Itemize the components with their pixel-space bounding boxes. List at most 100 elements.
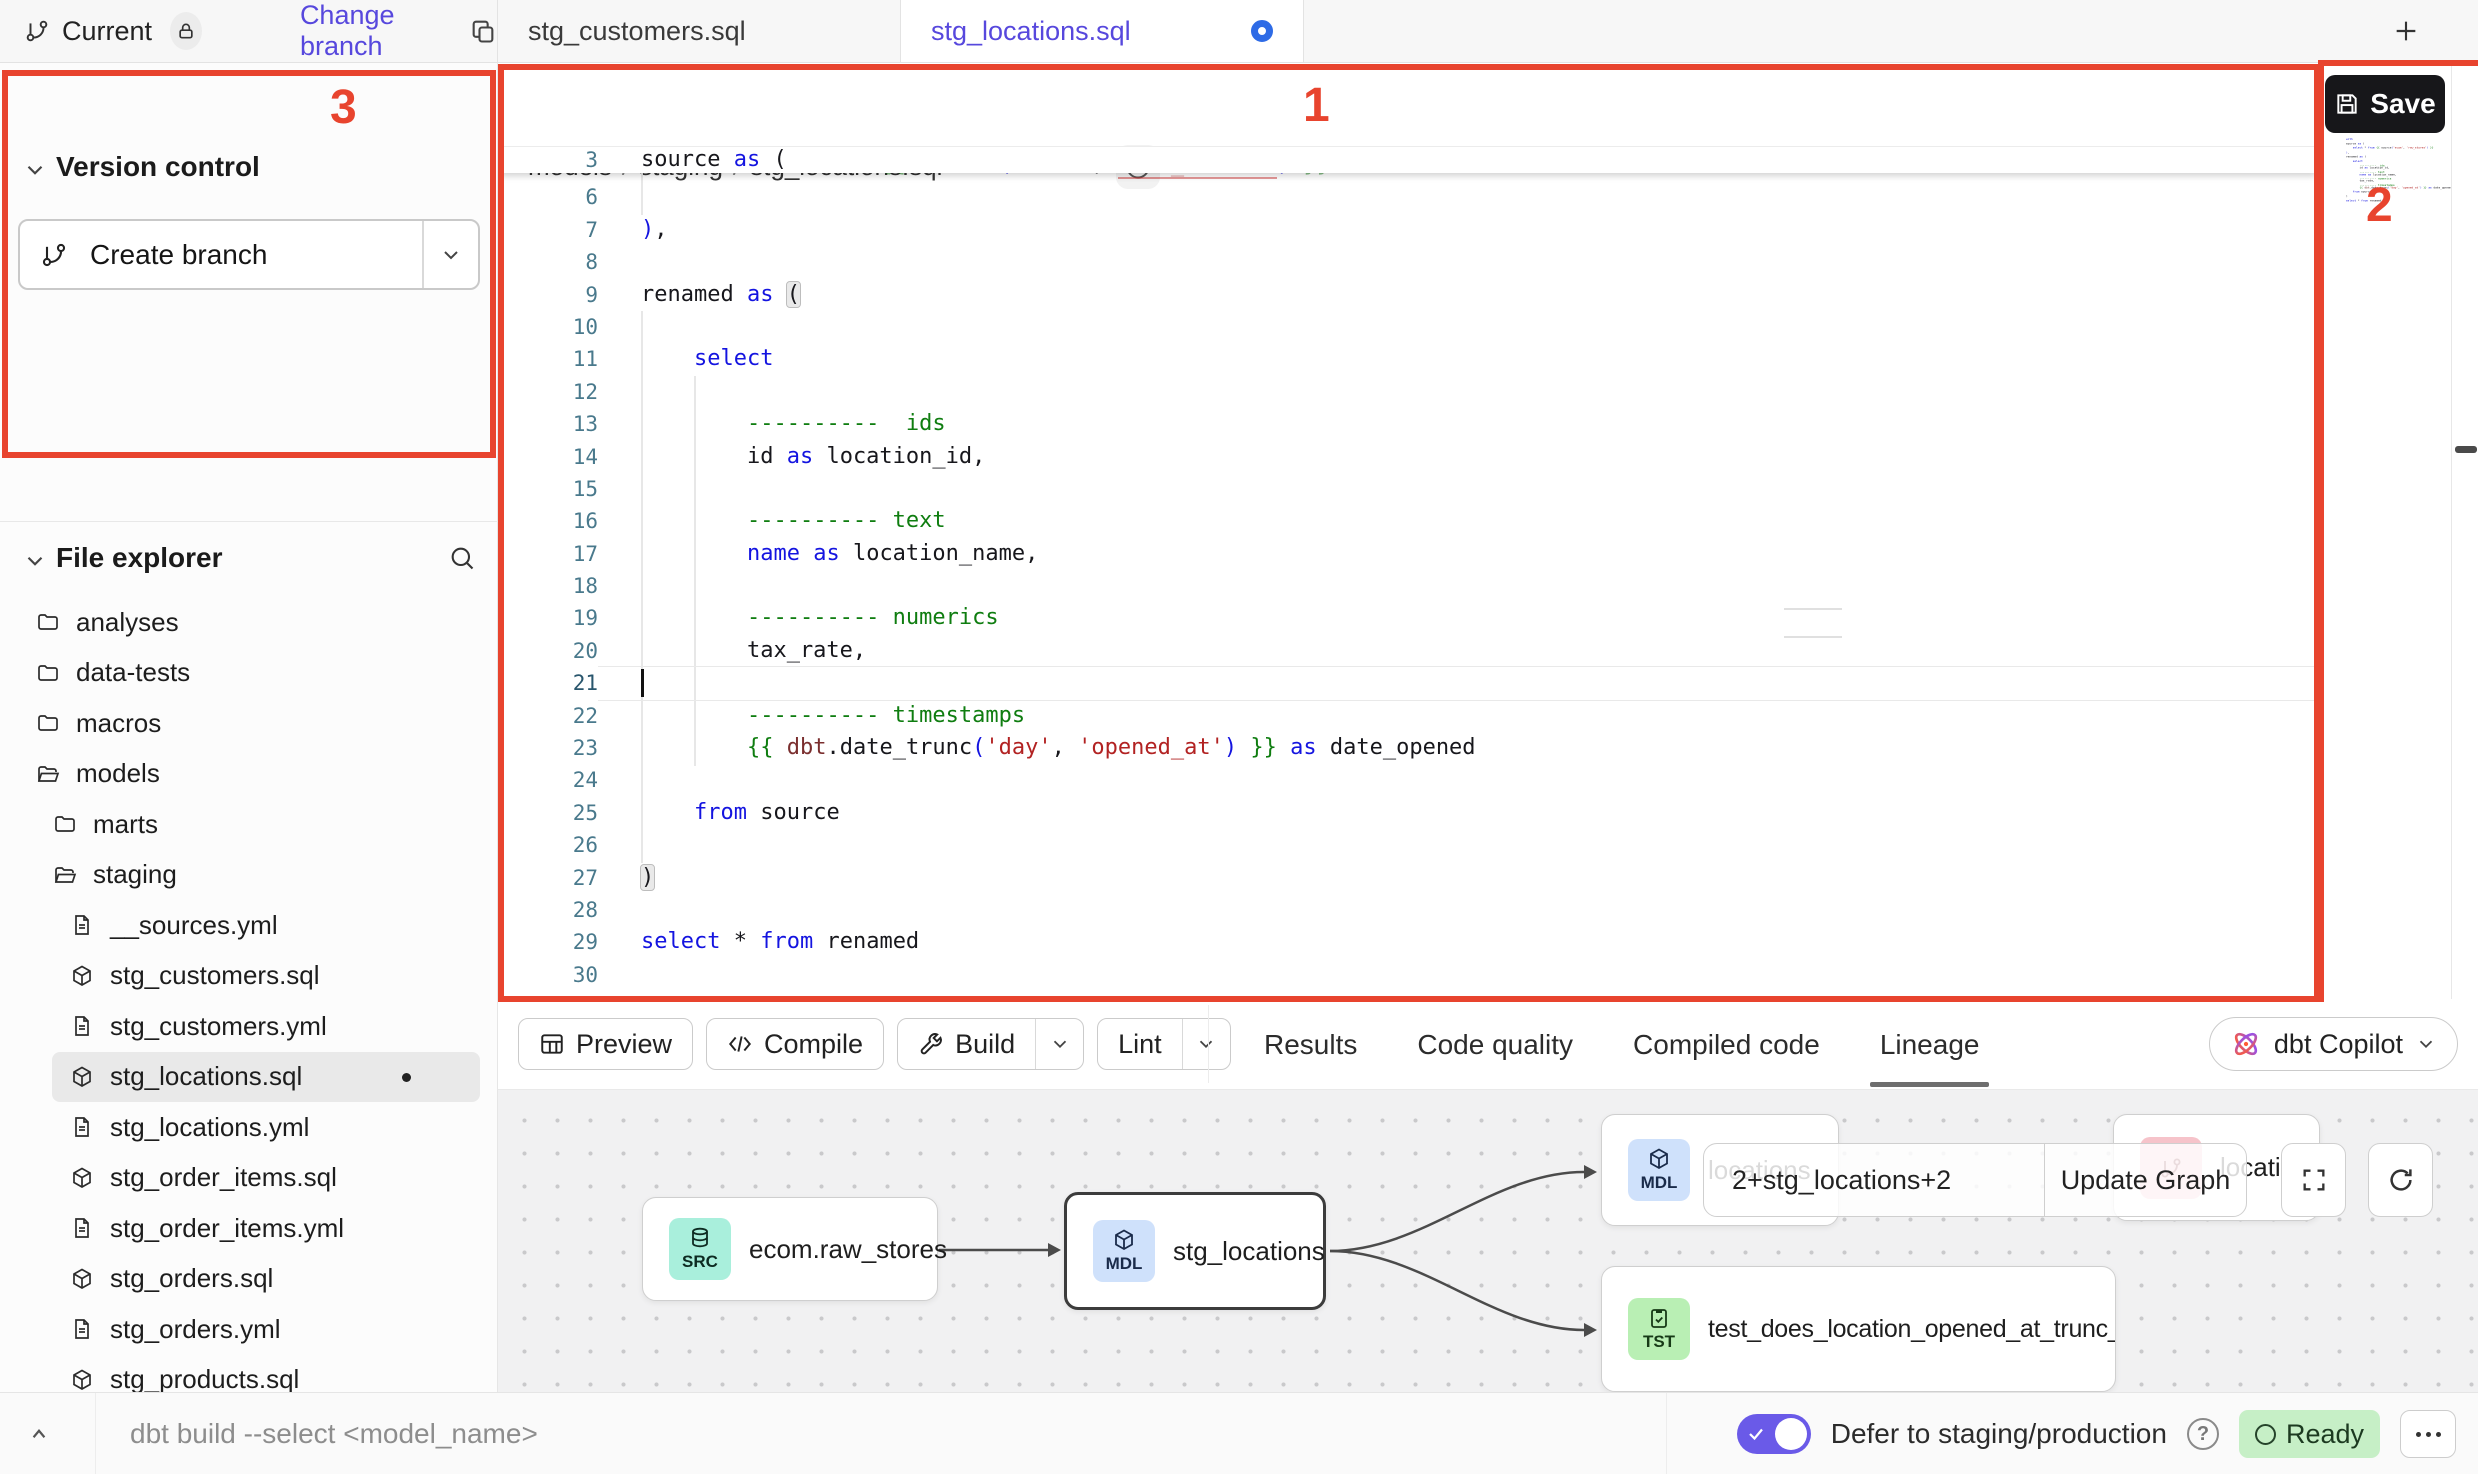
defer-toggle[interactable]: [1737, 1414, 1811, 1454]
file-icon: [70, 1014, 96, 1038]
code-line-21[interactable]: 21: [498, 667, 2318, 699]
save-floppy-icon: [2334, 91, 2360, 117]
refresh-button[interactable]: [2368, 1143, 2433, 1217]
line-number: 20: [498, 635, 598, 667]
lineage-node-stg-locations[interactable]: MDL stg_locations: [1064, 1192, 1326, 1310]
code-line-10[interactable]: 10: [498, 311, 2318, 343]
file-tree-item-marts[interactable]: marts: [0, 799, 498, 850]
line-number: 27: [498, 862, 598, 894]
sidebar: Version control Create branch File explo…: [0, 63, 498, 1392]
code-line-11[interactable]: 11 select: [498, 343, 2318, 375]
file-tree-item-stg_orders.sql[interactable]: stg_orders.sql: [0, 1254, 498, 1305]
code-line-22[interactable]: 22 ---------- timestamps: [498, 700, 2318, 732]
build-button[interactable]: Build: [897, 1018, 1084, 1070]
line-number: 6: [498, 181, 598, 213]
code-line-30[interactable]: 30: [498, 959, 2318, 991]
save-button[interactable]: Save: [2325, 75, 2445, 133]
lineage-node-test[interactable]: TST test_does_location_opened_at_trunc_t…: [1601, 1266, 2116, 1392]
lint-button[interactable]: Lint: [1097, 1018, 1231, 1070]
cube-icon: [1112, 1228, 1136, 1252]
code-line-23[interactable]: 23 {{ dbt.date_trunc('day', 'opened_at')…: [498, 732, 2318, 764]
file-tree-item-stg_order_items.sql[interactable]: stg_order_items.sql: [0, 1153, 498, 1204]
update-graph-button[interactable]: Update Graph: [2044, 1144, 2246, 1216]
code-line-25[interactable]: 25 from source: [498, 797, 2318, 829]
file-tree-item-macros[interactable]: macros: [0, 698, 498, 749]
text-caret: [641, 669, 644, 697]
file-tree-item-stg_orders.yml[interactable]: stg_orders.yml: [0, 1304, 498, 1355]
overflow-menu-button[interactable]: [2400, 1410, 2456, 1458]
folder-icon: [53, 812, 79, 836]
tab-stg-customers-sql[interactable]: stg_customers.sql: [498, 0, 901, 62]
code-line-17[interactable]: 17 name as location_name,: [498, 538, 2318, 570]
database-icon: [688, 1226, 712, 1250]
file-tree-item-stg_customers.sql[interactable]: stg_customers.sql: [0, 951, 498, 1002]
preview-button[interactable]: Preview: [518, 1018, 693, 1070]
minimap-scrollbar-thumb[interactable]: [2455, 446, 2477, 453]
build-dropdown[interactable]: [1035, 1019, 1083, 1069]
code-line-6[interactable]: 6: [498, 181, 2318, 213]
file-tree-item-stg_locations.sql[interactable]: stg_locations.sql: [52, 1052, 480, 1103]
file-tree-item-models[interactable]: models: [0, 749, 498, 800]
create-branch-button[interactable]: Create branch: [18, 219, 480, 290]
file-icon: [70, 1317, 96, 1341]
panel-resize-grip[interactable]: [1784, 608, 1842, 664]
help-icon[interactable]: ?: [2187, 1418, 2219, 1450]
tab-compiled-code[interactable]: Compiled code: [1631, 1029, 1822, 1061]
code-line-12[interactable]: 12: [498, 376, 2318, 408]
code-line-20[interactable]: 20 tax_rate,: [498, 635, 2318, 667]
lineage-selector-input[interactable]: 2+stg_locations+2: [1704, 1144, 2044, 1216]
chevron-down-icon[interactable]: [22, 548, 48, 574]
lint-dropdown[interactable]: [1182, 1019, 1230, 1069]
code-line-14[interactable]: 14 id as location_id,: [498, 441, 2318, 473]
copy-icon[interactable]: [469, 17, 497, 45]
code-line-13[interactable]: 13 ---------- ids: [498, 408, 2318, 440]
search-icon[interactable]: [448, 544, 476, 572]
file-tree-item-staging[interactable]: staging: [0, 850, 498, 901]
line-number: 10: [498, 311, 598, 343]
tab-results[interactable]: Results: [1262, 1029, 1359, 1061]
compile-button[interactable]: Compile: [706, 1018, 884, 1070]
line-number: 14: [498, 441, 598, 473]
code-line-24[interactable]: 24: [498, 764, 2318, 796]
code-line-19[interactable]: 19 ---------- numerics: [498, 602, 2318, 634]
code-line-7[interactable]: 7),: [498, 214, 2318, 246]
tab-stg-locations-sql[interactable]: stg_locations.sql: [901, 0, 1304, 62]
new-tab-button[interactable]: [2390, 15, 2422, 47]
command-input[interactable]: dbt build --select <model_name>: [130, 1418, 538, 1450]
tab-lineage[interactable]: Lineage: [1878, 1029, 1982, 1061]
create-branch-dropdown[interactable]: [422, 221, 478, 288]
code-line-28[interactable]: 28: [498, 894, 2318, 926]
minimap-code[interactable]: with source as ( select * from {{ source…: [2346, 138, 2478, 204]
file-tree-item-__sources.yml[interactable]: __sources.yml: [0, 900, 498, 951]
code-line-8[interactable]: 8: [498, 246, 2318, 278]
lineage-node-ecom-raw-stores[interactable]: SRC ecom.raw_stores: [642, 1197, 938, 1301]
file-tree-item-analyses[interactable]: analyses: [0, 597, 498, 648]
tab-code-quality[interactable]: Code quality: [1415, 1029, 1575, 1061]
file-tree-item-stg_order_items.yml[interactable]: stg_order_items.yml: [0, 1203, 498, 1254]
fullscreen-button[interactable]: [2281, 1143, 2346, 1217]
line-text: name as location_name,: [641, 538, 1038, 570]
code-editor[interactable]: models/staging/stg_locations.sql 5 selec…: [498, 63, 2318, 999]
create-branch-main[interactable]: Create branch: [20, 221, 422, 288]
code-line-18[interactable]: 18: [498, 570, 2318, 602]
code-line-15[interactable]: 15: [498, 473, 2318, 505]
file-tree-item-stg_locations.yml[interactable]: stg_locations.yml: [0, 1102, 498, 1153]
check-icon: [1746, 1425, 1766, 1443]
file-tree-item-stg_customers.yml[interactable]: stg_customers.yml: [0, 1001, 498, 1052]
sticky-line: 3source as (: [498, 147, 2318, 173]
lineage-canvas[interactable]: SRC ecom.raw_stores MDL stg_locations MD…: [498, 1090, 2478, 1392]
file-tree-item-data-tests[interactable]: data-tests: [0, 648, 498, 699]
code-line-9[interactable]: 9renamed as (: [498, 279, 2318, 311]
code-line-29[interactable]: 29select * from renamed: [498, 926, 2318, 958]
chevron-down-icon[interactable]: [22, 157, 48, 183]
code-line-27[interactable]: 27): [498, 862, 2318, 894]
chevron-up-icon[interactable]: [26, 1421, 52, 1447]
node-label: test_does_location_opened_at_trunc_t...: [1708, 1315, 2115, 1344]
code-line-16[interactable]: 16 ---------- text: [498, 505, 2318, 537]
line-number: 24: [498, 764, 598, 796]
code-area[interactable]: 5 select * from {{ source('ecom', 'raw_s…: [498, 147, 2318, 999]
dbt-copilot-button[interactable]: dbt Copilot: [2209, 1017, 2458, 1071]
change-branch-link[interactable]: Change branch: [300, 0, 455, 62]
line-text: ---------- timestamps: [641, 700, 1025, 732]
code-line-26[interactable]: 26: [498, 829, 2318, 861]
